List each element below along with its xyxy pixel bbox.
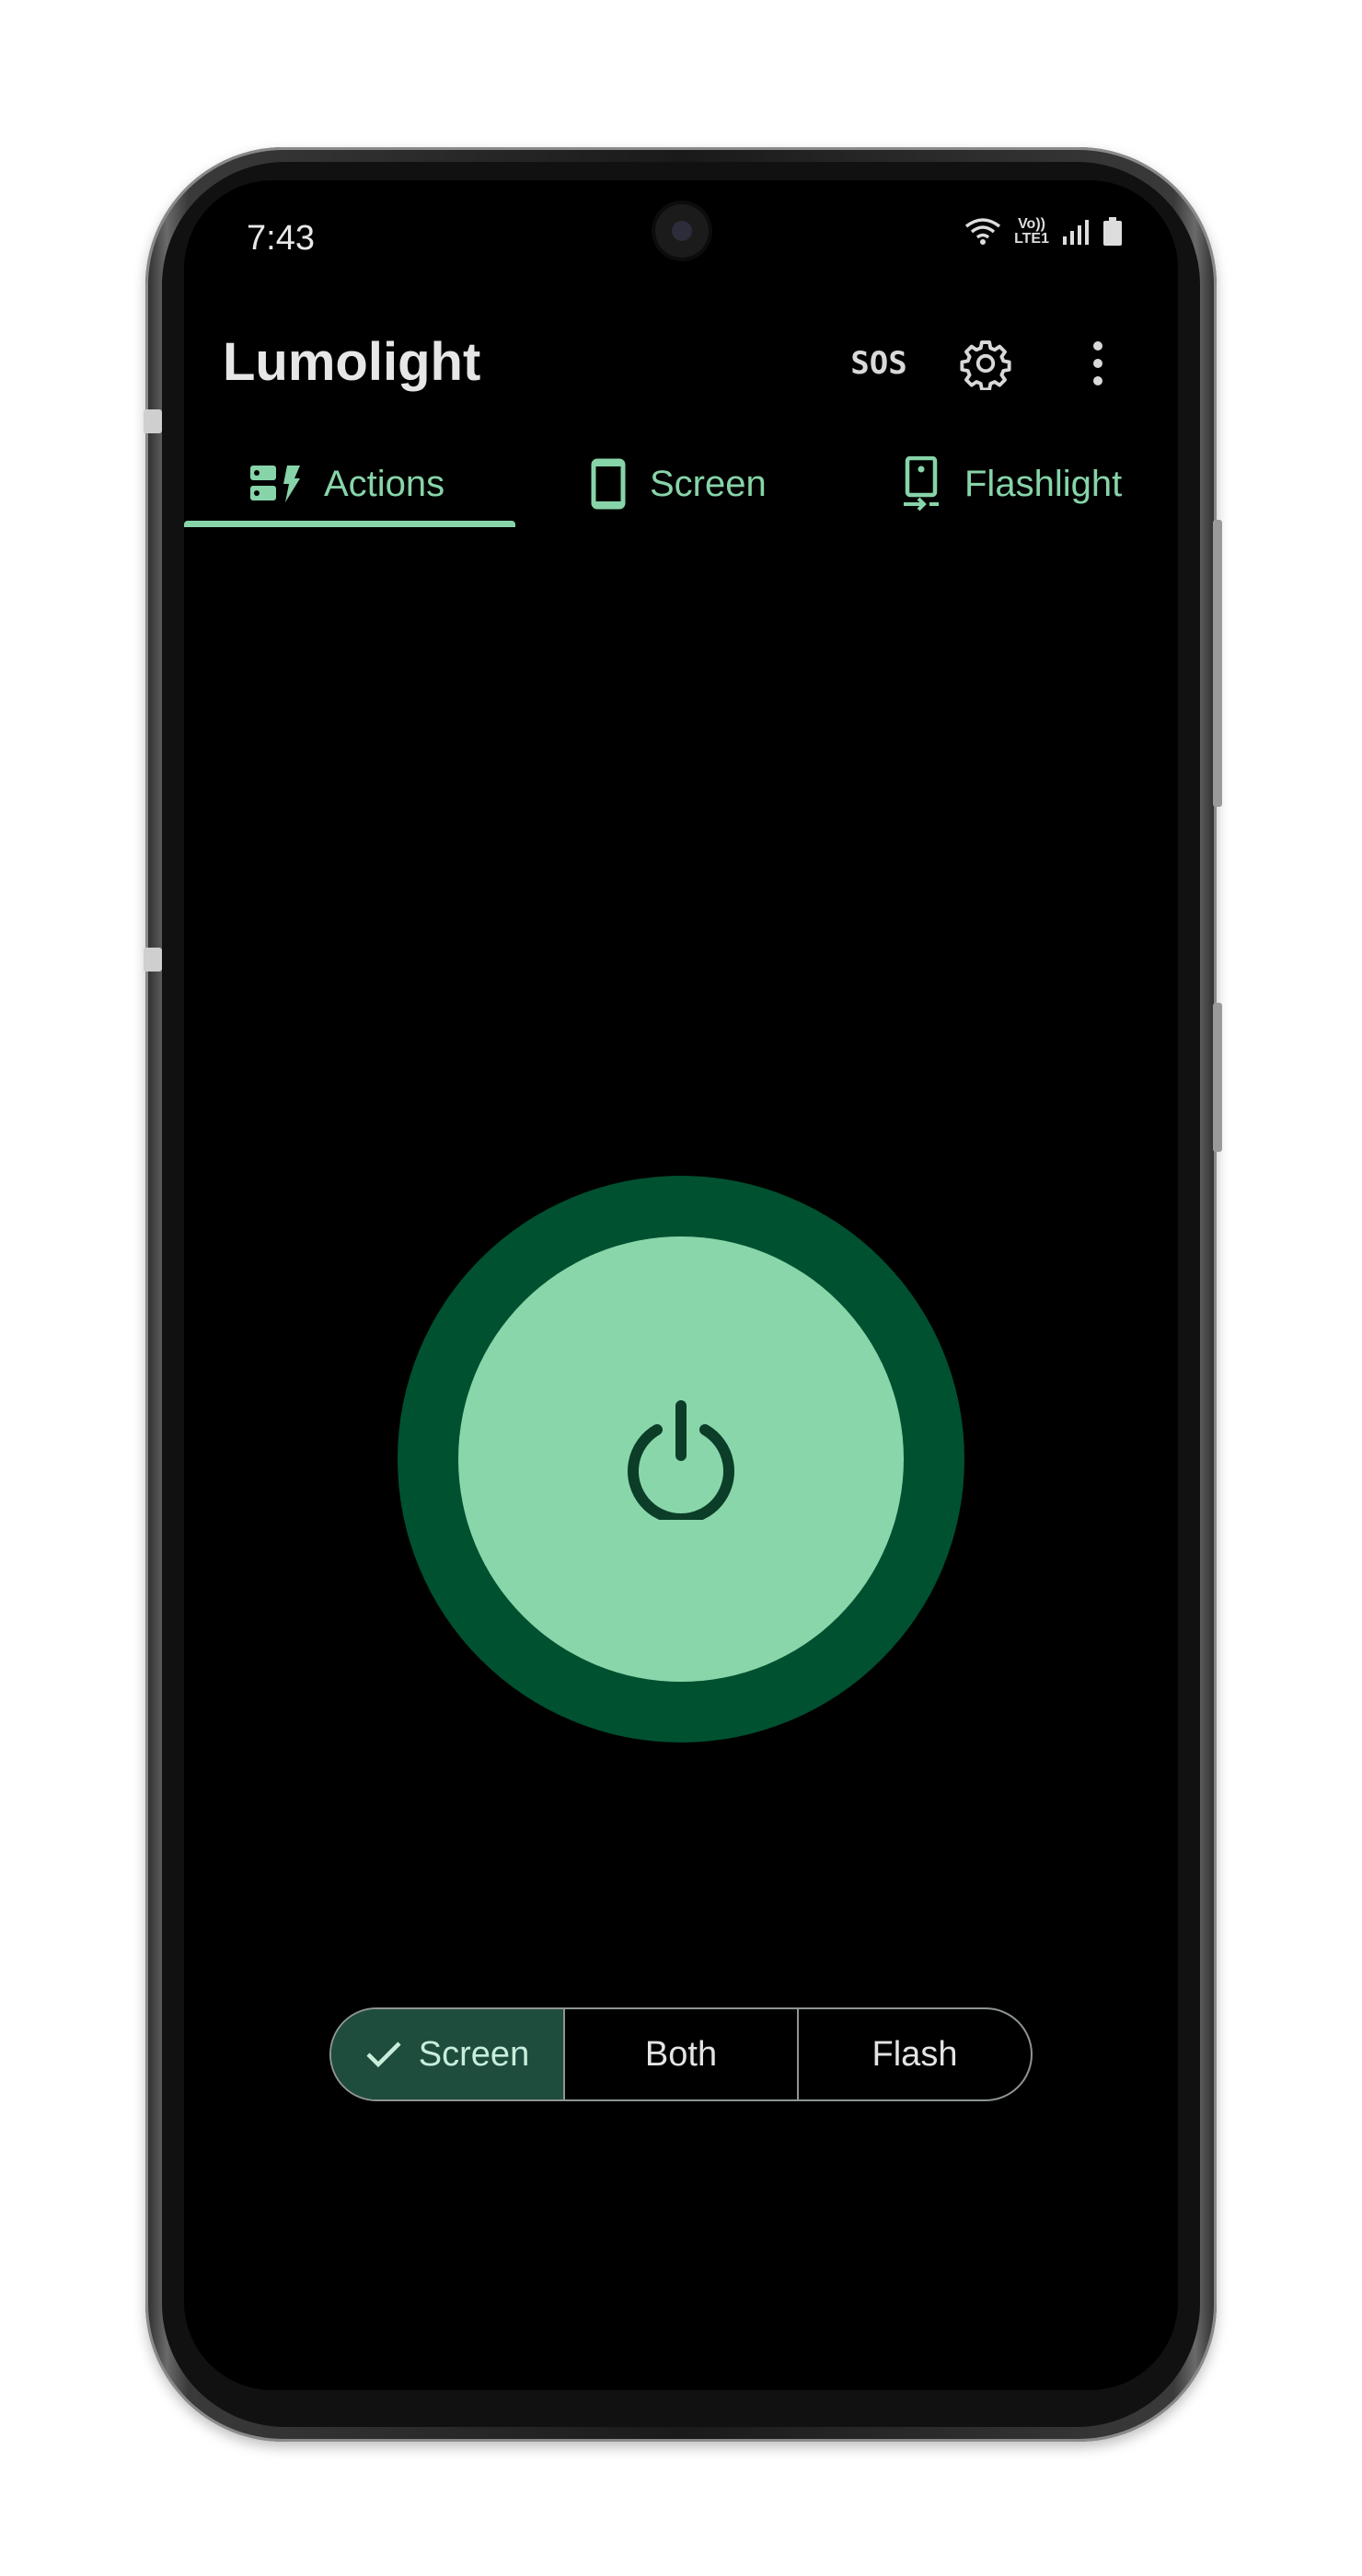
- wifi-icon: [964, 218, 1001, 245]
- front-camera: [655, 204, 709, 258]
- power-side-button: [1213, 1003, 1222, 1152]
- mode-option-both-label: Both: [644, 2034, 718, 2074]
- mode-option-flash-label: Flash: [871, 2034, 958, 2074]
- tab-bar: Actions Screen Flashlight: [184, 438, 1178, 530]
- svg-text:SOS: SOS: [850, 345, 906, 382]
- left-side-mark: [144, 948, 162, 972]
- signal-icon: [1063, 220, 1089, 245]
- status-icons: Vo)) LTE1: [964, 217, 1123, 247]
- mode-selector: Screen Both Flash: [329, 2007, 1033, 2101]
- lte-label: LTE1: [1014, 231, 1049, 247]
- settings-gear-icon[interactable]: [959, 337, 1012, 390]
- status-time: 7:43: [247, 219, 315, 258]
- mode-option-flash[interactable]: Flash: [797, 2009, 1031, 2099]
- tab-flashlight-label: Flashlight: [964, 463, 1123, 504]
- sos-icon[interactable]: SOS: [848, 340, 909, 386]
- more-vert-icon[interactable]: [1084, 337, 1112, 390]
- tab-flashlight[interactable]: Flashlight: [902, 438, 1122, 530]
- volte-label: Vo)): [1018, 216, 1045, 232]
- tab-actions[interactable]: Actions: [250, 438, 444, 530]
- battery-icon: [1103, 217, 1122, 246]
- tab-actions-label: Actions: [324, 463, 445, 504]
- app-bar: Lumolight SOS: [184, 300, 1178, 438]
- power-button[interactable]: [458, 1236, 904, 1682]
- tab-screen-label: Screen: [650, 463, 767, 504]
- phone-screen-icon: [591, 458, 626, 510]
- left-side-mark: [144, 409, 162, 433]
- status-bar: 7:43 Vo)) LTE1: [184, 180, 1178, 300]
- app-title: Lumolight: [223, 332, 481, 392]
- actions-icon: [250, 466, 300, 502]
- flashlight-icon: [904, 456, 939, 512]
- mode-option-screen[interactable]: Screen: [331, 2009, 563, 2099]
- mode-option-both[interactable]: Both: [563, 2009, 797, 2099]
- tab-screen[interactable]: Screen: [591, 438, 767, 530]
- power-icon: [628, 1400, 734, 1520]
- volume-button: [1213, 520, 1222, 807]
- volte-lte-icon: Vo)) LTE1: [1014, 217, 1049, 247]
- check-icon: [366, 2041, 401, 2068]
- tab-selected-indicator: [184, 521, 515, 527]
- mode-option-screen-label: Screen: [418, 2034, 530, 2074]
- app-screen: 7:43 Vo)) LTE1 Lumolight SOS Actions Scr…: [184, 180, 1178, 2390]
